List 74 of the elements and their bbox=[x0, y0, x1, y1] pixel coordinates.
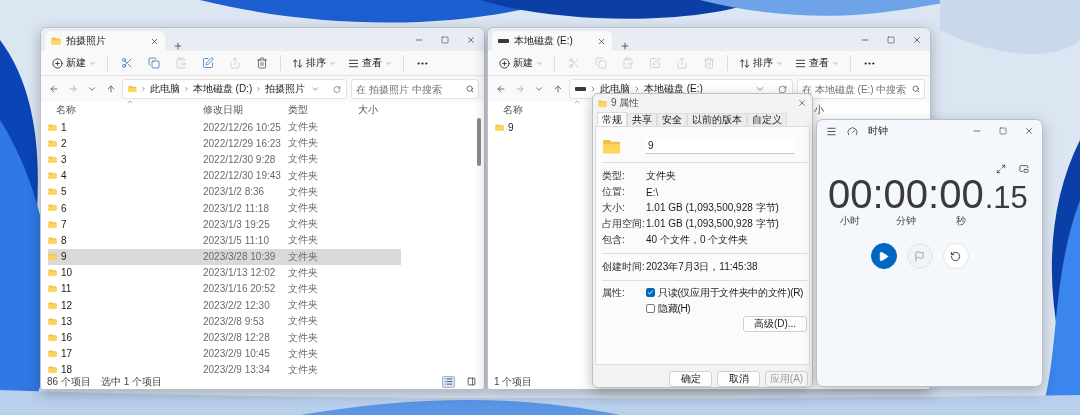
property-label: 位置: bbox=[602, 185, 626, 200]
property-value: E:\ bbox=[646, 186, 659, 198]
modified-date: 2022/12/26 10:25 bbox=[203, 121, 282, 133]
file-type: 文件夹 bbox=[288, 168, 319, 183]
file-type: 文件夹 bbox=[288, 217, 319, 232]
status-text: 选中 1 个项目 bbox=[100, 374, 163, 389]
file-type: 文件夹 bbox=[288, 281, 319, 296]
stopwatch-time: 00:00:00 bbox=[828, 172, 984, 216]
property-label: 大小: bbox=[602, 201, 626, 216]
file-name: 10 bbox=[61, 267, 73, 279]
modified-date: 2023/1/2 8:36 bbox=[203, 186, 266, 198]
file-name: 3 bbox=[61, 153, 67, 165]
file-type: 文件夹 bbox=[288, 314, 319, 329]
modified-date: 2023/2/8 12:28 bbox=[203, 332, 271, 344]
file-name: 9 bbox=[61, 251, 67, 263]
file-type: 文件夹 bbox=[288, 330, 319, 345]
file-type: 文件夹 bbox=[288, 136, 319, 151]
file-type: 文件夹 bbox=[288, 152, 319, 167]
file-name: 16 bbox=[61, 332, 73, 344]
time-unit-label: 分钟 bbox=[894, 214, 917, 228]
file-name: 2 bbox=[61, 137, 67, 149]
property-value: 1.01 GB (1,093,500,928 字节) bbox=[646, 217, 779, 232]
file-type: 文件夹 bbox=[288, 233, 319, 248]
modified-date: 2023/2/9 13:34 bbox=[203, 364, 271, 374]
file-name: 11 bbox=[61, 283, 72, 295]
file-type: 文件夹 bbox=[288, 265, 319, 280]
file-type: 文件夹 bbox=[288, 298, 319, 313]
file-type: 文件夹 bbox=[288, 184, 319, 199]
file-name: 5 bbox=[61, 186, 67, 198]
modified-date: 2022/12/30 19:43 bbox=[203, 170, 282, 182]
modified-date: 2023/3/28 10:39 bbox=[203, 251, 277, 263]
file-type: 文件夹 bbox=[288, 346, 319, 361]
file-name: 6 bbox=[61, 202, 67, 214]
property-value: 文件夹 bbox=[646, 169, 676, 184]
modified-date: 2023/2/8 9:53 bbox=[203, 315, 266, 327]
app-title: 时钟 bbox=[868, 124, 888, 138]
file-name: 13 bbox=[61, 315, 73, 327]
file-name: 18 bbox=[61, 364, 73, 374]
property-value: 1.01 GB (1,093,500,928 字节) bbox=[646, 201, 779, 216]
time-unit-label: 小时 bbox=[839, 214, 862, 228]
modified-date: 2023/1/3 19:25 bbox=[203, 218, 271, 230]
property-label: 属性: bbox=[602, 286, 626, 301]
property-label: 占用空间: bbox=[602, 217, 646, 232]
file-name: 7 bbox=[61, 218, 67, 230]
file-type: 文件夹 bbox=[288, 120, 319, 135]
checkbox-label: 隐藏(H) bbox=[658, 301, 691, 316]
modified-date: 2023/1/16 20:52 bbox=[203, 283, 277, 295]
file-name: 17 bbox=[61, 348, 73, 360]
property-label: 包含: bbox=[602, 233, 626, 248]
file-name: 1 bbox=[61, 121, 67, 133]
property-label: 类型: bbox=[602, 169, 626, 184]
status-text: 86 个项目 bbox=[47, 374, 91, 389]
dialog-title: 9 属性 bbox=[611, 96, 640, 111]
modified-date: 2023/1/5 11:10 bbox=[203, 234, 270, 246]
file-name: 12 bbox=[61, 299, 73, 311]
status-text: 1 个项目 bbox=[494, 374, 533, 389]
checkbox-label: 只读(仅应用于文件夹中的文件)(R) bbox=[658, 285, 804, 300]
modified-date: 2022/12/29 16:23 bbox=[203, 137, 282, 149]
file-type: 文件夹 bbox=[288, 249, 319, 264]
file-type: 文件夹 bbox=[288, 201, 319, 216]
stopwatch-fraction: .15 bbox=[984, 180, 1028, 216]
modified-date: 2022/12/30 9:28 bbox=[203, 153, 277, 165]
file-type: 文件夹 bbox=[288, 362, 319, 374]
modified-date: 2023/1/13 12:02 bbox=[203, 267, 277, 279]
property-value: 2023年7月3日，11:45:38 bbox=[646, 260, 758, 275]
file-name: 9 bbox=[508, 121, 514, 133]
time-unit-label: 秒 bbox=[955, 214, 968, 228]
modified-date: 2023/2/9 10:45 bbox=[203, 348, 271, 360]
modified-date: 2023/1/2 11:18 bbox=[203, 202, 270, 214]
property-value: 40 个文件，0 个文件夹 bbox=[646, 233, 749, 248]
file-name: 8 bbox=[61, 234, 67, 246]
property-label: 创建时间: bbox=[602, 260, 646, 275]
file-name: 4 bbox=[61, 170, 67, 182]
modified-date: 2023/2/2 12:30 bbox=[203, 299, 271, 311]
